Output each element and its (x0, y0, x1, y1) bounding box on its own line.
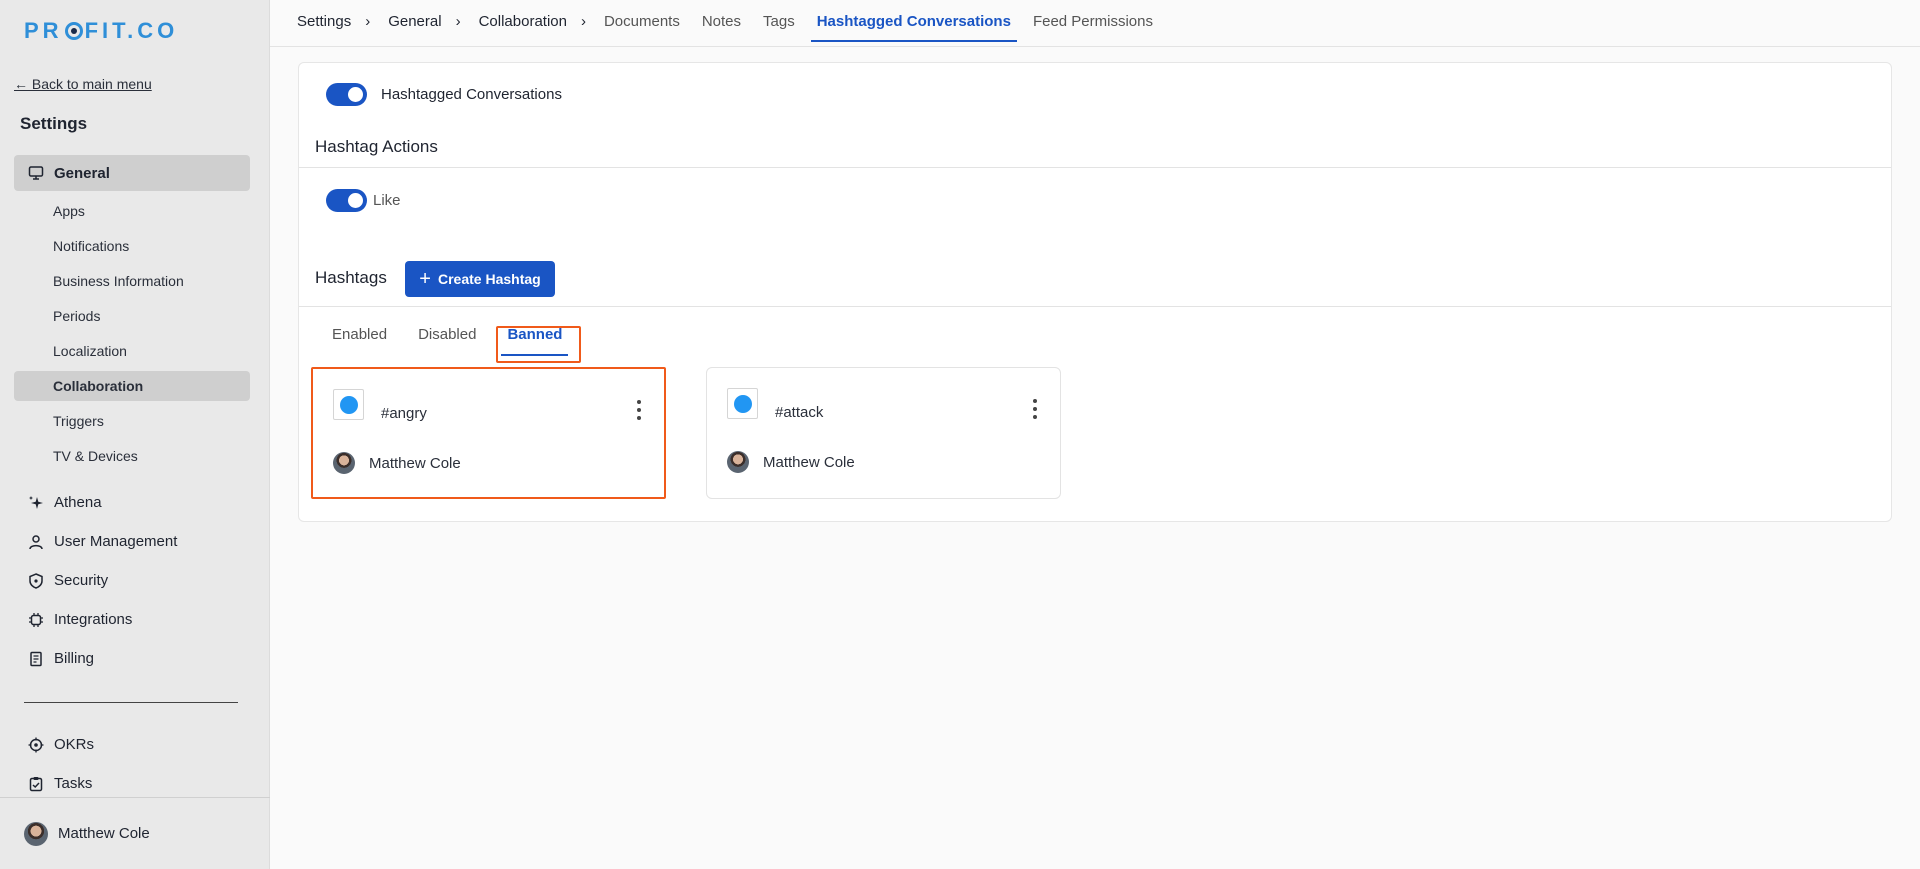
create-hashtag-label: Create Hashtag (437, 271, 541, 287)
sidebar-item-integrations[interactable]: Integrations (14, 600, 250, 639)
plus-icon: + (419, 268, 431, 290)
chevron-right-icon: › (365, 12, 371, 30)
hashtag-status-tabs: Enabled Disabled Banned (332, 326, 593, 356)
sidebar-lower-nav: OKRs Tasks (14, 725, 250, 803)
color-dot (339, 395, 358, 414)
sidebar-item-apps[interactable]: Apps (14, 193, 250, 228)
tab-hashtagged-conversations[interactable]: Hashtagged Conversations (810, 0, 1018, 42)
sidebar-item-okrs[interactable]: OKRs (14, 725, 250, 764)
section-divider (299, 306, 1891, 307)
hashtag-owner: Matthew Cole (727, 451, 855, 473)
like-label: Like (373, 192, 401, 209)
sidebar-item-label: Integrations (54, 611, 133, 628)
profit-co-logo[interactable]: PR FIT.CO (24, 18, 178, 44)
sparkle-icon (28, 495, 44, 511)
avatar (727, 451, 749, 473)
hashtagged-conversations-toggle[interactable] (326, 83, 367, 106)
hashtag-card-attack[interactable]: #attack Matthew Cole (706, 367, 1061, 499)
hashtag-color-swatch (727, 388, 758, 419)
sidebar-item-label: Athena (54, 494, 102, 511)
hashtag-owner-name: Matthew Cole (763, 453, 855, 471)
sidebar-item-localization[interactable]: Localization (14, 333, 250, 368)
hashtag-settings-card: Hashtagged Conversations Hashtag Actions… (298, 62, 1892, 522)
settings-title: Settings (20, 114, 88, 133)
tab-documents[interactable]: Documents (604, 0, 680, 42)
like-row: Like (326, 189, 401, 212)
sidebar-item-billing[interactable]: Billing (14, 639, 250, 678)
hashtag-name: #attack (775, 404, 824, 421)
receipt-icon (28, 651, 44, 667)
logo-target-mark (64, 22, 83, 40)
hashtagged-conversations-row: Hashtagged Conversations (326, 83, 562, 106)
sidebar-item-athena[interactable]: Athena (14, 483, 250, 522)
section-divider (299, 167, 1891, 168)
sidebar-item-label: Security (54, 572, 109, 589)
back-to-main-menu-link[interactable]: ← Back to main menu (14, 76, 152, 92)
avatar (24, 821, 48, 846)
breadcrumb-general[interactable]: General (388, 13, 441, 30)
hashtag-owner-name: Matthew Cole (369, 454, 461, 472)
chip-icon (28, 612, 44, 628)
hashtag-card-angry[interactable]: #angry Matthew Cole (311, 367, 666, 499)
shield-icon (28, 572, 44, 589)
create-hashtag-button[interactable]: + Create Hashtag (405, 261, 555, 297)
sidebar-item-security[interactable]: Security (14, 561, 250, 600)
hashtag-owner: Matthew Cole (333, 452, 461, 474)
target-icon (28, 737, 44, 753)
sidebar-item-notifications[interactable]: Notifications (14, 228, 250, 263)
sidebar: PR FIT.CO ← Back to main menu Settings Ge… (0, 0, 270, 869)
hashtag-color-swatch (333, 389, 364, 420)
current-user-name: Matthew Cole (58, 825, 150, 842)
like-toggle[interactable] (326, 189, 367, 212)
sidebar-item-tv-devices[interactable]: TV & Devices (14, 438, 250, 473)
sidebar-item-general-label: General (54, 164, 110, 182)
sidebar-item-user-management[interactable]: User Management (14, 522, 250, 561)
tab-disabled[interactable]: Disabled (418, 326, 476, 348)
avatar (333, 452, 355, 474)
hashtags-title: Hashtags (315, 268, 387, 287)
tab-enabled[interactable]: Enabled (332, 326, 387, 348)
sidebar-item-periods[interactable]: Periods (14, 298, 250, 333)
sidebar-item-triggers[interactable]: Triggers (14, 403, 250, 438)
tab-tags[interactable]: Tags (763, 0, 795, 42)
sidebar-item-label: OKRs (54, 736, 95, 753)
sidebar-main-nav: Athena User Management Security Integrat… (14, 483, 250, 678)
tab-notes[interactable]: Notes (702, 0, 741, 42)
breadcrumb-collaboration[interactable]: Collaboration (479, 13, 567, 30)
tab-banned[interactable]: Banned (501, 326, 569, 356)
sidebar-item-collaboration[interactable]: Collaboration (14, 371, 250, 401)
sidebar-item-label: User Management (54, 533, 178, 550)
chevron-right-icon: › (455, 12, 461, 30)
chevron-right-icon: › (580, 12, 586, 30)
sidebar-divider (24, 702, 238, 703)
breadcrumb: Settings › General › Collaboration › Doc… (297, 0, 1175, 42)
clipboard-check-icon (28, 776, 44, 792)
general-sub-list: Apps Notifications Business Information … (14, 193, 250, 473)
hashtag-actions-title: Hashtag Actions (315, 137, 438, 156)
breadcrumb-settings[interactable]: Settings (297, 13, 351, 30)
user-icon (28, 534, 44, 550)
more-vertical-icon[interactable] (1032, 399, 1038, 419)
hashtag-name: #angry (381, 405, 427, 422)
tab-feed-permissions[interactable]: Feed Permissions (1033, 0, 1153, 42)
sidebar-item-label: Tasks (54, 775, 93, 792)
sidebar-item-label: Billing (54, 650, 95, 667)
more-vertical-icon[interactable] (636, 400, 642, 420)
sidebar-item-business-information[interactable]: Business Information (14, 263, 250, 298)
color-dot (733, 394, 752, 413)
monitor-icon (28, 165, 44, 181)
sidebar-item-general[interactable]: General (14, 155, 250, 191)
hashtagged-conversations-label: Hashtagged Conversations (381, 86, 562, 103)
current-user[interactable]: Matthew Cole (0, 797, 270, 869)
top-navigation: Settings › General › Collaboration › Doc… (270, 0, 1920, 47)
